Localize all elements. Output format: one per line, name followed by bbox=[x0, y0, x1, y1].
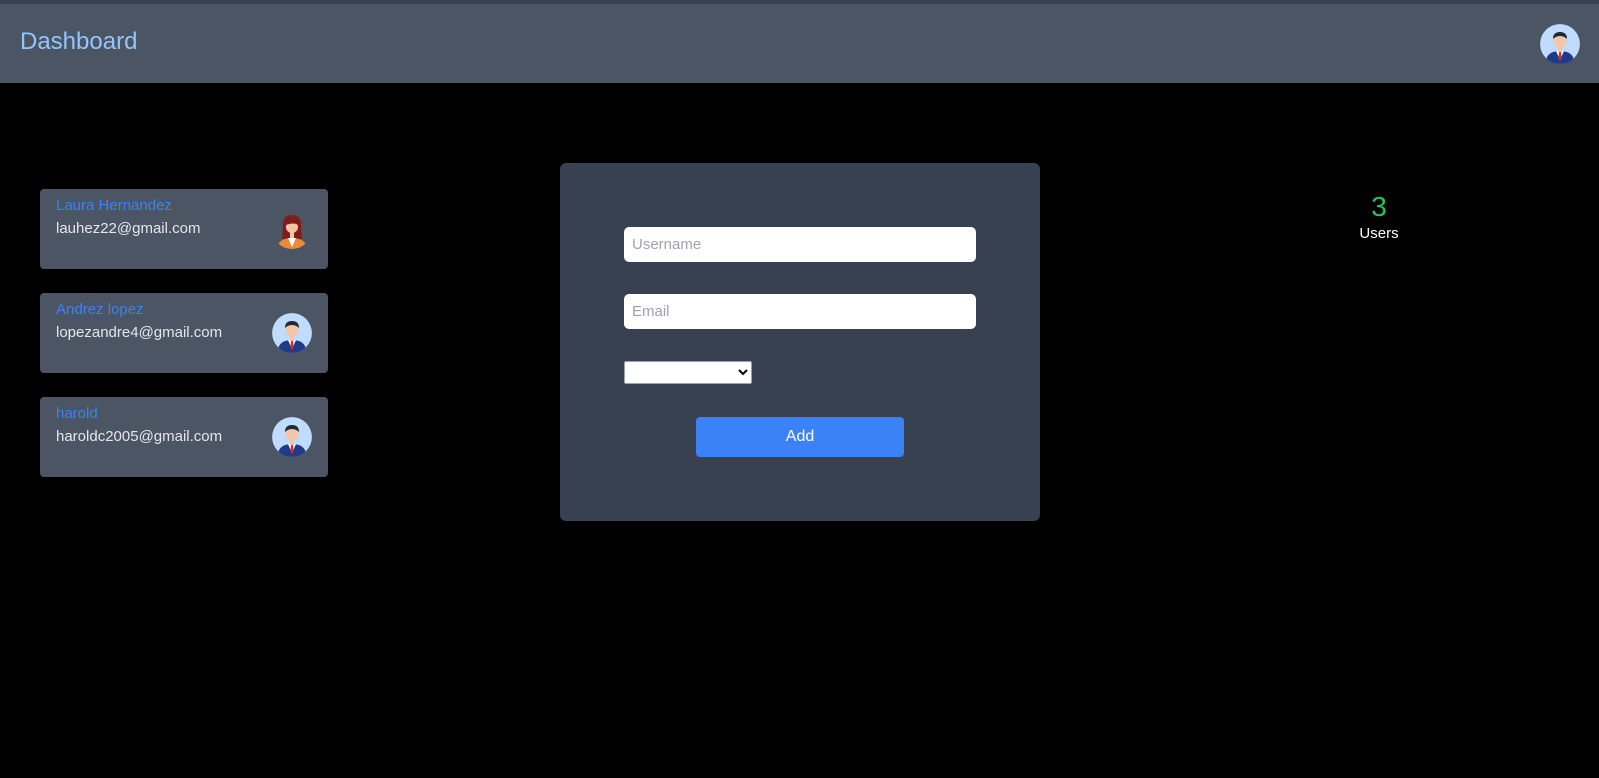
user-name: Andrez lopez bbox=[56, 301, 144, 318]
profile-avatar-icon[interactable] bbox=[1540, 24, 1580, 64]
user-email: lauhez22@gmail.com bbox=[56, 220, 201, 237]
add-user-form: Add bbox=[560, 163, 1040, 521]
user-email: lopezandre4@gmail.com bbox=[56, 324, 223, 341]
user-name: harold bbox=[56, 405, 98, 422]
user-email: haroldc2005@gmail.com bbox=[56, 428, 223, 445]
email-input[interactable] bbox=[624, 294, 976, 329]
users-stat: 3 Users bbox=[1339, 190, 1419, 243]
users-count: 3 bbox=[1371, 191, 1387, 222]
navbar: Dashboard bbox=[0, 4, 1599, 83]
user-name: Laura Hernandez bbox=[56, 197, 172, 214]
female-avatar-icon bbox=[277, 215, 307, 249]
role-select[interactable] bbox=[624, 361, 752, 384]
users-count-label: Users bbox=[1359, 225, 1399, 242]
male-avatar-icon bbox=[272, 417, 312, 457]
user-card[interactable]: Andrez lopez lopezandre4@gmail.com bbox=[40, 293, 328, 373]
male-avatar-icon bbox=[272, 313, 312, 353]
page-title: Dashboard bbox=[20, 28, 138, 55]
dashboard-page: Dashboard Laura Hernandez lauhez22@gmail… bbox=[0, 0, 1599, 778]
user-card[interactable]: harold haroldc2005@gmail.com bbox=[40, 397, 328, 477]
add-user-button[interactable]: Add bbox=[696, 417, 904, 457]
username-input[interactable] bbox=[624, 227, 976, 262]
user-card[interactable]: Laura Hernandez lauhez22@gmail.com bbox=[40, 189, 328, 269]
